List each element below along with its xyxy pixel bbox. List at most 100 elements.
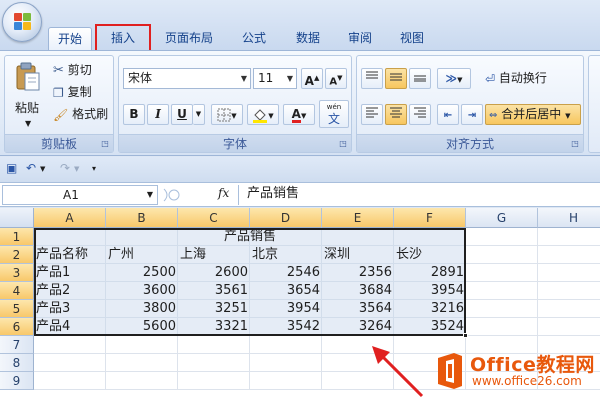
borders-button[interactable]: ▼ xyxy=(211,104,243,125)
row-header-3[interactable]: 3 xyxy=(0,264,34,282)
sales-value-cell[interactable]: 3800 xyxy=(106,300,178,318)
redo-dropdown-icon[interactable]: ▼ xyxy=(74,165,79,173)
column-header-c[interactable]: C xyxy=(178,208,250,228)
sales-value-cell[interactable]: 3564 xyxy=(322,300,394,318)
phonetic-guide-button[interactable]: wén 文 xyxy=(319,100,349,128)
grow-font-button[interactable]: A▲ xyxy=(301,68,323,89)
dialog-launcher-icon[interactable]: ◳ xyxy=(338,139,348,149)
office-button[interactable] xyxy=(2,2,42,42)
copy-button[interactable]: ❐ 复制 xyxy=(53,82,92,102)
bold-button[interactable]: B xyxy=(123,104,145,125)
row-header-6[interactable]: 6 xyxy=(0,318,34,336)
undo-dropdown-icon[interactable]: ▼ xyxy=(40,165,45,173)
merged-title-cell[interactable]: 产品销售 xyxy=(34,228,466,246)
insert-function-button[interactable]: fx xyxy=(218,186,229,200)
merge-center-button[interactable]: ⇔ 合并后居中 ▼ xyxy=(485,104,581,125)
sales-value-cell[interactable]: 2600 xyxy=(178,264,250,282)
column-header-d[interactable]: D xyxy=(250,208,322,228)
header-cell[interactable]: 深圳 xyxy=(322,246,394,264)
sales-value-cell[interactable]: 3264 xyxy=(322,318,394,336)
underline-button[interactable]: U xyxy=(171,104,193,125)
sales-value-cell[interactable]: 3216 xyxy=(394,300,466,318)
align-bottom-button[interactable] xyxy=(409,68,431,89)
sales-value-cell[interactable]: 3542 xyxy=(250,318,322,336)
sales-value-cell[interactable]: 3954 xyxy=(250,300,322,318)
align-center-button[interactable] xyxy=(385,104,407,125)
row-header-1[interactable]: 1 xyxy=(0,228,34,246)
dialog-launcher-icon[interactable]: ◳ xyxy=(100,139,110,149)
sales-value-cell[interactable]: 5600 xyxy=(106,318,178,336)
align-right-button[interactable] xyxy=(409,104,431,125)
product-name-cell[interactable]: 产品1 xyxy=(34,264,106,282)
increase-indent-button[interactable]: ⇥ xyxy=(461,104,483,125)
fill-color-button[interactable]: ▼ xyxy=(247,104,279,125)
header-cell[interactable]: 上海 xyxy=(178,246,250,264)
formula-bar: A1 ▼ fx 产品销售 xyxy=(0,183,600,207)
font-color-icon: A xyxy=(291,107,301,123)
column-header-h[interactable]: H xyxy=(538,208,600,228)
format-painter-button[interactable]: 🖌 格式刷 xyxy=(53,104,108,124)
header-cell[interactable]: 广州 xyxy=(106,246,178,264)
sales-value-cell[interactable]: 3524 xyxy=(394,318,466,336)
decrease-indent-button[interactable]: ⇤ xyxy=(437,104,459,125)
fill-handle[interactable] xyxy=(463,333,468,338)
undo-icon[interactable]: ↶ xyxy=(26,161,36,175)
sales-value-cell[interactable]: 2356 xyxy=(322,264,394,282)
tab-insert[interactable]: 插入 xyxy=(95,24,151,53)
column-header-b[interactable]: B xyxy=(106,208,178,228)
customize-toolbar-icon[interactable]: ▾ xyxy=(92,164,96,173)
row-header-8[interactable]: 8 xyxy=(0,354,34,372)
font-size-combo[interactable]: 11 ▼ xyxy=(253,68,297,89)
column-header-g[interactable]: G xyxy=(466,208,538,228)
tab-review[interactable]: 审阅 xyxy=(338,27,382,50)
sales-value-cell[interactable]: 3600 xyxy=(106,282,178,300)
sales-value-cell[interactable]: 3251 xyxy=(178,300,250,318)
align-top-button[interactable] xyxy=(361,68,383,89)
column-header-a[interactable]: A xyxy=(34,208,106,228)
row-header-9[interactable]: 9 xyxy=(0,372,34,390)
wrap-text-button[interactable]: ⏎ 自动换行 xyxy=(485,68,547,88)
sales-value-cell[interactable]: 2500 xyxy=(106,264,178,282)
align-left-button[interactable] xyxy=(361,104,383,125)
select-all-corner[interactable] xyxy=(0,208,34,228)
tab-page-layout[interactable]: 页面布局 xyxy=(158,27,220,50)
redo-icon[interactable]: ↷ xyxy=(60,161,70,175)
sales-value-cell[interactable]: 3321 xyxy=(178,318,250,336)
name-box[interactable]: A1 ▼ xyxy=(2,185,158,205)
dialog-launcher-icon[interactable]: ◳ xyxy=(570,139,580,149)
product-name-cell[interactable]: 产品3 xyxy=(34,300,106,318)
sales-value-cell[interactable]: 3954 xyxy=(394,282,466,300)
product-name-cell[interactable]: 产品4 xyxy=(34,318,106,336)
column-header-e[interactable]: E xyxy=(322,208,394,228)
formula-input[interactable]: 产品销售 xyxy=(238,185,598,205)
sales-value-cell[interactable]: 3684 xyxy=(322,282,394,300)
shrink-font-button[interactable]: A▼ xyxy=(325,68,347,89)
font-color-button[interactable]: A▼ xyxy=(283,104,315,125)
row-header-4[interactable]: 4 xyxy=(0,282,34,300)
tab-home[interactable]: 开始 xyxy=(48,27,92,50)
product-name-cell[interactable]: 产品2 xyxy=(34,282,106,300)
paste-button[interactable]: 粘贴 ▼ xyxy=(9,58,49,132)
row-header-7[interactable]: 7 xyxy=(0,336,34,354)
italic-button[interactable]: I xyxy=(147,104,169,125)
sales-value-cell[interactable]: 3654 xyxy=(250,282,322,300)
header-cell[interactable]: 北京 xyxy=(250,246,322,264)
column-header-f[interactable]: F xyxy=(394,208,466,228)
row-header-2[interactable]: 2 xyxy=(0,246,34,264)
cut-button[interactable]: ✂ 剪切 xyxy=(53,60,92,80)
row-header-5[interactable]: 5 xyxy=(0,300,34,318)
sales-value-cell[interactable]: 3561 xyxy=(178,282,250,300)
orientation-button[interactable]: ≫▼ xyxy=(437,68,471,89)
ribbon-tab-bar: 开始 插入 页面布局 公式 数据 审阅 视图 xyxy=(0,0,600,53)
font-name-combo[interactable]: 宋体 ▼ xyxy=(123,68,251,89)
header-cell[interactable]: 产品名称 xyxy=(34,246,106,264)
save-icon[interactable]: ▣ xyxy=(6,161,17,175)
tab-formulas[interactable]: 公式 xyxy=(232,27,276,50)
header-cell[interactable]: 长沙 xyxy=(394,246,466,264)
align-middle-button[interactable] xyxy=(385,68,407,89)
tab-view[interactable]: 视图 xyxy=(390,27,434,50)
sales-value-cell[interactable]: 2891 xyxy=(394,264,466,282)
underline-dropdown-icon[interactable]: ▼ xyxy=(193,104,205,125)
sales-value-cell[interactable]: 2546 xyxy=(250,264,322,282)
tab-data[interactable]: 数据 xyxy=(286,27,330,50)
